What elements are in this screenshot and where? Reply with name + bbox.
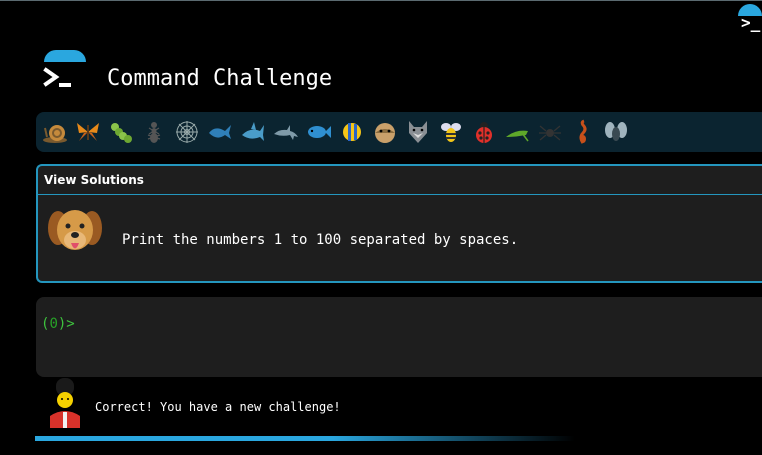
terminal[interactable]: (0)> (36, 297, 762, 377)
page-title: Command Challenge (107, 66, 333, 91)
terminal-prompt: (0)> (41, 314, 75, 334)
scorpion-icon[interactable] (570, 119, 596, 145)
shark-icon[interactable] (240, 119, 266, 145)
wolf-icon[interactable] (405, 119, 431, 145)
view-solutions-toggle[interactable]: View Solutions (38, 166, 762, 195)
cricket-icon[interactable] (504, 119, 530, 145)
spider-icon[interactable] (537, 119, 563, 145)
caterpillar-icon[interactable] (108, 119, 134, 145)
bee-icon[interactable] (438, 119, 464, 145)
progress-fill (35, 436, 575, 441)
prompt-count: 0 (49, 316, 58, 332)
ant-icon[interactable] (141, 119, 167, 145)
terminal-prompt-icon (42, 50, 88, 96)
ladybug-icon[interactable] (471, 119, 497, 145)
challenge-text: Print the numbers 1 to 100 separated by … (122, 232, 519, 248)
pufferfish-icon[interactable] (372, 119, 398, 145)
challenge-panel: View Solutions Print the numbers 1 to 10… (36, 164, 762, 283)
dog-face-icon (46, 206, 104, 260)
creature-strip (36, 112, 762, 152)
royal-guard-icon (48, 378, 82, 428)
butterfly-icon[interactable] (75, 119, 101, 145)
spider-web-icon[interactable] (174, 119, 200, 145)
whale-icon[interactable] (207, 119, 233, 145)
top-border (0, 0, 762, 1)
fly-icon[interactable] (603, 119, 629, 145)
tropical-fish-icon[interactable] (339, 119, 365, 145)
fish-icon[interactable] (306, 119, 332, 145)
corner-terminal-logo-icon[interactable]: >_ (738, 4, 762, 34)
dolphin-icon[interactable] (273, 119, 299, 145)
command-input[interactable] (78, 311, 762, 337)
feedback-message: Correct! You have a new challenge! (95, 400, 341, 414)
progress-bar (35, 436, 575, 441)
prompt-close: )> (57, 316, 75, 332)
snail-icon[interactable] (42, 119, 68, 145)
